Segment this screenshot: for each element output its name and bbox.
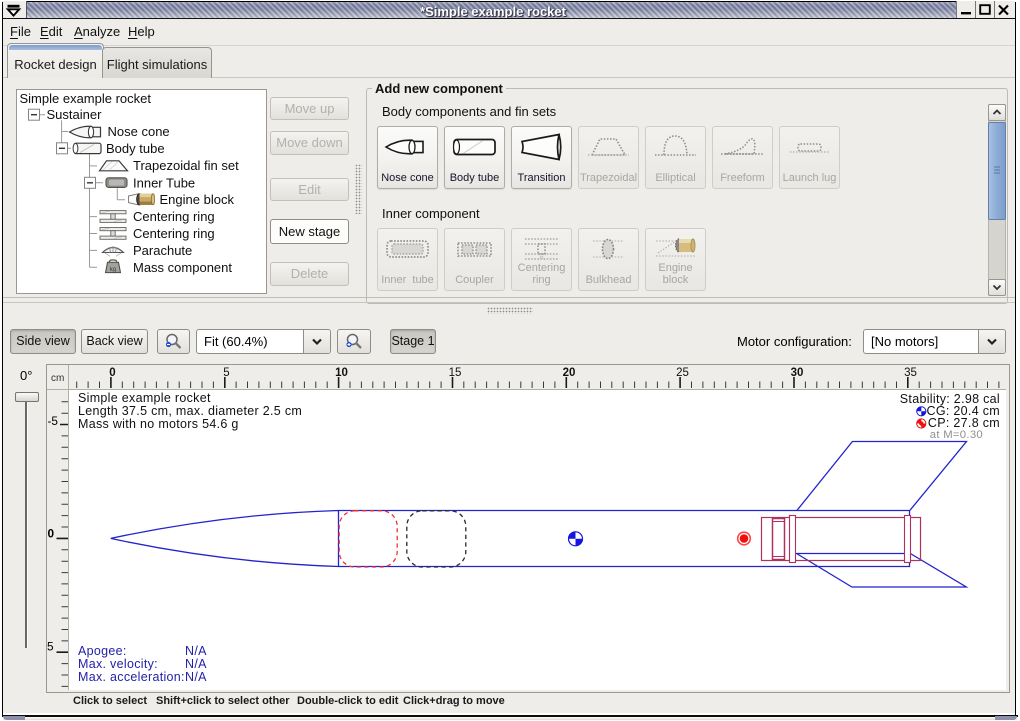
svg-text:Max. acceleration:: Max. acceleration: bbox=[78, 670, 185, 684]
svg-text:Apogee:: Apogee: bbox=[78, 644, 127, 658]
svg-text:0: 0 bbox=[47, 527, 54, 541]
svg-text:N/A: N/A bbox=[185, 644, 207, 658]
svg-text:Sustainer: Sustainer bbox=[47, 107, 103, 122]
svg-text:Centering ring: Centering ring bbox=[133, 226, 215, 241]
svg-text:cm: cm bbox=[51, 373, 64, 384]
svg-text:10: 10 bbox=[335, 367, 348, 379]
svg-text:35: 35 bbox=[904, 367, 917, 379]
svg-text:Trapezoidal fin set: Trapezoidal fin set bbox=[133, 158, 239, 173]
svg-text:Engine block: Engine block bbox=[160, 192, 235, 207]
svg-text:30: 30 bbox=[791, 367, 804, 379]
svg-text:15: 15 bbox=[449, 367, 462, 379]
svg-text:Inner Tube: Inner Tube bbox=[133, 175, 195, 190]
svg-text:Centering ring: Centering ring bbox=[133, 209, 215, 224]
svg-text:Max. velocity:: Max. velocity: bbox=[78, 657, 158, 671]
svg-text:Parachute: Parachute bbox=[133, 243, 192, 258]
svg-text:Nose cone: Nose cone bbox=[108, 124, 170, 139]
svg-text:Body tube: Body tube bbox=[106, 141, 165, 156]
svg-text:Length 37.5 cm, max. diameter: Length 37.5 cm, max. diameter 2.5 cm bbox=[78, 404, 302, 418]
svg-text:N/A: N/A bbox=[185, 670, 207, 684]
svg-text:5: 5 bbox=[223, 367, 229, 379]
svg-text:20: 20 bbox=[563, 367, 576, 379]
svg-text:Mass component: Mass component bbox=[133, 260, 232, 275]
svg-text:25: 25 bbox=[676, 367, 689, 379]
svg-text:Mass with no motors 54.6 g: Mass with no motors 54.6 g bbox=[78, 417, 239, 431]
svg-text:N/A: N/A bbox=[185, 657, 207, 671]
svg-text:-5: -5 bbox=[48, 414, 59, 428]
svg-text:at M=0.30: at M=0.30 bbox=[930, 429, 983, 441]
svg-text:0: 0 bbox=[109, 367, 115, 379]
svg-text:CP: 27.8 cm: CP: 27.8 cm bbox=[928, 416, 1000, 430]
svg-text:kg: kg bbox=[110, 267, 116, 273]
svg-text:Simple example rocket: Simple example rocket bbox=[20, 91, 152, 106]
svg-text:5: 5 bbox=[47, 640, 54, 654]
svg-text:Simple example rocket: Simple example rocket bbox=[78, 391, 211, 405]
